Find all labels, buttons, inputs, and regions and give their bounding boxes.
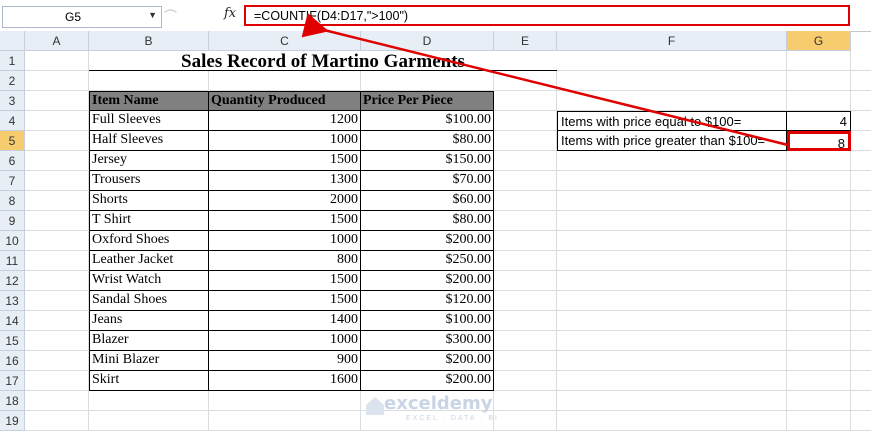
row-header-16[interactable]: 16: [0, 351, 25, 371]
price-cell[interactable]: $100.00: [361, 311, 494, 331]
quantity-produced-header[interactable]: Quantity Produced: [209, 91, 361, 111]
exceldemy-logo-icon: [366, 397, 384, 415]
row-header-12[interactable]: 12: [0, 271, 25, 291]
price-cell[interactable]: $80.00: [361, 211, 494, 231]
gridline-vertical: [556, 51, 557, 431]
quantity-cell[interactable]: 1300: [209, 171, 361, 191]
summary-value[interactable]: 4: [787, 111, 851, 131]
column-header-e[interactable]: E: [494, 31, 557, 51]
row-header-13[interactable]: 13: [0, 291, 25, 311]
row-header-9[interactable]: 9: [0, 211, 25, 231]
price-cell[interactable]: $60.00: [361, 191, 494, 211]
gridline-vertical: [850, 51, 851, 431]
row-header-18[interactable]: 18: [0, 391, 25, 411]
item-name-cell[interactable]: Trousers: [89, 171, 209, 191]
price-cell[interactable]: $200.00: [361, 231, 494, 251]
item-name-cell[interactable]: Jersey: [89, 151, 209, 171]
column-header-c[interactable]: C: [209, 31, 361, 51]
quantity-cell[interactable]: 1500: [209, 291, 361, 311]
formula-bar-handle-icon[interactable]: ⌒: [164, 6, 180, 26]
name-box-value: G5: [65, 10, 82, 24]
quantity-cell[interactable]: 1000: [209, 331, 361, 351]
price-cell[interactable]: $100.00: [361, 111, 494, 131]
column-header-d[interactable]: D: [361, 31, 494, 51]
column-header-a[interactable]: A: [25, 31, 89, 51]
column-header-g[interactable]: G: [787, 31, 851, 51]
insert-function-button[interactable]: fx: [224, 6, 236, 21]
price-cell[interactable]: $200.00: [361, 271, 494, 291]
sheet-title: Sales Record of Martino Garments: [89, 51, 557, 71]
row-header-15[interactable]: 15: [0, 331, 25, 351]
row-header-8[interactable]: 8: [0, 191, 25, 211]
quantity-cell[interactable]: 1000: [209, 231, 361, 251]
chevron-down-icon[interactable]: ▼: [148, 10, 157, 20]
formula-bar: G5 ▼ ⌒ fx =COUNTIF(D4:D17,">100"): [0, 0, 871, 32]
quantity-cell[interactable]: 1600: [209, 371, 361, 391]
price-cell[interactable]: $70.00: [361, 171, 494, 191]
price-cell[interactable]: $200.00: [361, 371, 494, 391]
row-header-17[interactable]: 17: [0, 371, 25, 391]
row-header-3[interactable]: 3: [0, 91, 25, 111]
exceldemy-watermark: exceldemy EXCEL · DATA · BI: [364, 393, 497, 422]
gridline-vertical: [786, 51, 787, 431]
row-header-6[interactable]: 6: [0, 151, 25, 171]
name-box[interactable]: G5 ▼: [2, 6, 162, 28]
item-name-cell[interactable]: Sandal Shoes: [89, 291, 209, 311]
item-name-header[interactable]: Item Name: [89, 91, 209, 111]
row-header-19[interactable]: 19: [0, 411, 25, 431]
item-name-cell[interactable]: Jeans: [89, 311, 209, 331]
price-cell[interactable]: $80.00: [361, 131, 494, 151]
gridline-horizontal: [25, 430, 871, 431]
column-header-b[interactable]: B: [89, 31, 209, 51]
row-header-2[interactable]: 2: [0, 71, 25, 91]
quantity-cell[interactable]: 1500: [209, 211, 361, 231]
row-header-4[interactable]: 4: [0, 111, 25, 131]
quantity-cell[interactable]: 1000: [209, 131, 361, 151]
row-header-7[interactable]: 7: [0, 171, 25, 191]
price-cell[interactable]: $250.00: [361, 251, 494, 271]
item-name-cell[interactable]: Blazer: [89, 331, 209, 351]
summary-label[interactable]: Items with price equal to $100=: [557, 111, 787, 131]
item-name-cell[interactable]: Skirt: [89, 371, 209, 391]
item-name-cell[interactable]: Full Sleeves: [89, 111, 209, 131]
row-header-10[interactable]: 10: [0, 231, 25, 251]
price-cell[interactable]: $120.00: [361, 291, 494, 311]
formula-input[interactable]: =COUNTIF(D4:D17,">100"): [244, 5, 850, 26]
item-name-cell[interactable]: Wrist Watch: [89, 271, 209, 291]
price-cell[interactable]: $200.00: [361, 351, 494, 371]
select-all-corner[interactable]: [0, 31, 25, 51]
summary-label[interactable]: Items with price greater than $100=: [557, 131, 787, 151]
item-name-cell[interactable]: Oxford Shoes: [89, 231, 209, 251]
item-name-cell[interactable]: Shorts: [89, 191, 209, 211]
quantity-cell[interactable]: 1200: [209, 111, 361, 131]
item-name-cell[interactable]: Leather Jacket: [89, 251, 209, 271]
row-header-1[interactable]: 1: [0, 51, 25, 71]
price-cell[interactable]: $150.00: [361, 151, 494, 171]
row-header-11[interactable]: 11: [0, 251, 25, 271]
item-name-cell[interactable]: Half Sleeves: [89, 131, 209, 151]
quantity-cell[interactable]: 1500: [209, 271, 361, 291]
column-header-f[interactable]: F: [557, 31, 787, 51]
quantity-cell[interactable]: 800: [209, 251, 361, 271]
price-per-piece-header[interactable]: Price Per Piece: [361, 91, 494, 111]
selected-cell-g5[interactable]: 8: [787, 131, 851, 151]
watermark-tagline: EXCEL · DATA · BI: [406, 415, 499, 422]
watermark-name: exceldemy: [384, 393, 493, 414]
quantity-cell[interactable]: 900: [209, 351, 361, 371]
price-cell[interactable]: $300.00: [361, 331, 494, 351]
quantity-cell[interactable]: 1500: [209, 151, 361, 171]
quantity-cell[interactable]: 1400: [209, 311, 361, 331]
row-header-14[interactable]: 14: [0, 311, 25, 331]
row-header-5[interactable]: 5: [0, 131, 25, 151]
item-name-cell[interactable]: Mini Blazer: [89, 351, 209, 371]
item-name-cell[interactable]: T Shirt: [89, 211, 209, 231]
quantity-cell[interactable]: 2000: [209, 191, 361, 211]
